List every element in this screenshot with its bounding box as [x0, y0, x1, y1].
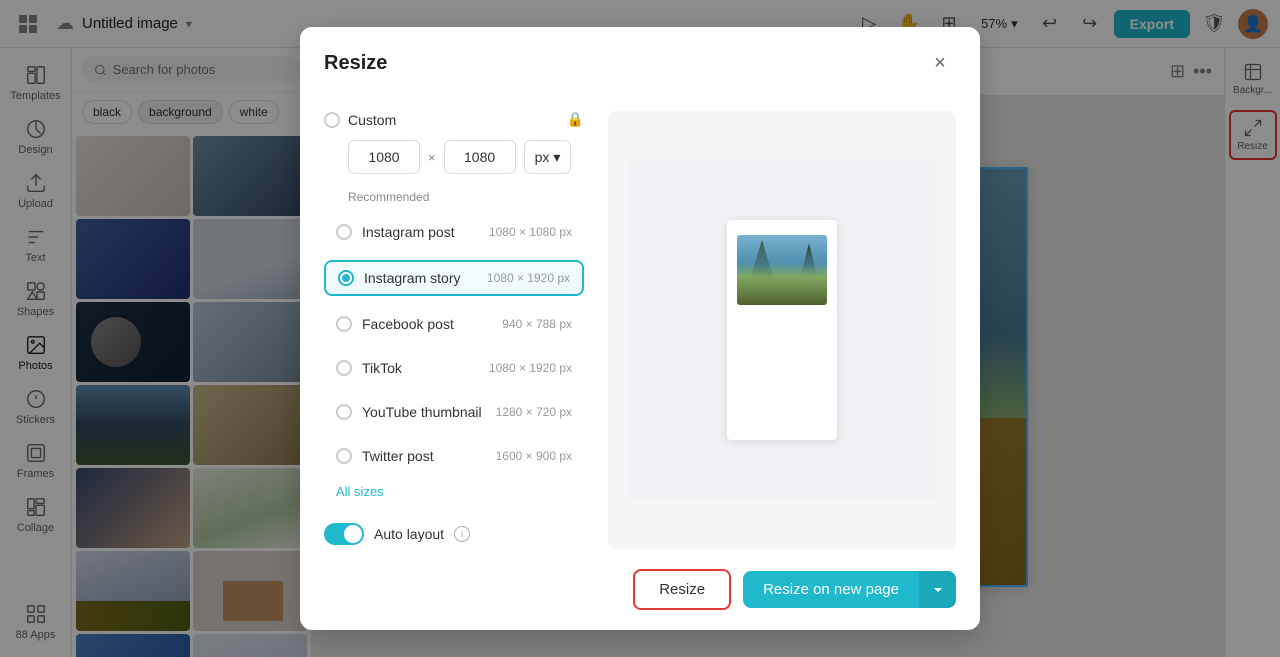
resize-button[interactable]: Resize — [633, 569, 731, 610]
modal-backdrop: Resize × Custom 🔒 × px — [0, 0, 1280, 657]
lock-icon[interactable]: 🔒 — [567, 111, 584, 128]
height-input[interactable] — [444, 140, 516, 174]
chevron-down-icon — [932, 584, 944, 596]
custom-radio[interactable] — [324, 112, 340, 128]
option-facebook-post[interactable]: Facebook post 940 × 788 px — [324, 308, 584, 340]
modal-title: Resize — [324, 52, 387, 75]
unit-select[interactable]: px ▾ — [524, 140, 572, 174]
option-youtube-thumbnail[interactable]: YouTube thumbnail 1280 × 720 px — [324, 396, 584, 428]
dimensions-row: × px ▾ — [348, 140, 584, 174]
option-twitter-post[interactable]: Twitter post 1600 × 900 px — [324, 440, 584, 472]
option-name: Twitter post — [362, 448, 486, 464]
option-dims: 1080 × 1920 px — [487, 271, 570, 285]
recommended-label: Recommended — [348, 190, 584, 204]
custom-option-row: Custom 🔒 — [324, 111, 584, 128]
option-dims: 1080 × 1080 px — [489, 225, 572, 239]
auto-layout-label: Auto layout — [374, 526, 444, 542]
auto-layout-info-icon[interactable]: i — [454, 526, 470, 542]
option-dims: 1280 × 720 px — [496, 405, 572, 419]
option-name: Instagram story — [364, 270, 477, 286]
modal-close-button[interactable]: × — [924, 47, 956, 79]
option-instagram-story[interactable]: Instagram story 1080 × 1920 px — [324, 260, 584, 296]
resize-modal: Resize × Custom 🔒 × px — [300, 27, 980, 630]
preview-container — [608, 111, 956, 549]
facebook-post-radio — [336, 316, 352, 332]
modal-header: Resize × — [300, 27, 980, 95]
option-dims: 1600 × 900 px — [496, 449, 572, 463]
resize-new-page-chevron-button[interactable] — [919, 571, 956, 608]
width-input[interactable] — [348, 140, 420, 174]
tiktok-radio — [336, 360, 352, 376]
option-name: Facebook post — [362, 316, 492, 332]
option-name: YouTube thumbnail — [362, 404, 486, 420]
unit-chevron: ▾ — [553, 149, 560, 166]
resize-on-new-page-group: Resize on new page — [743, 571, 956, 608]
option-name: Instagram post — [362, 224, 479, 240]
custom-label: Custom — [348, 112, 559, 128]
instagram-post-radio — [336, 224, 352, 240]
dimension-separator: × — [428, 150, 436, 165]
auto-layout-toggle[interactable] — [324, 523, 364, 545]
toggle-knob — [344, 525, 362, 543]
option-tiktok[interactable]: TikTok 1080 × 1920 px — [324, 352, 584, 384]
option-dims: 1080 × 1920 px — [489, 361, 572, 375]
instagram-story-radio — [338, 270, 354, 286]
resize-on-new-page-button[interactable]: Resize on new page — [743, 571, 919, 608]
modal-body: Custom 🔒 × px ▾ Recommended — [300, 95, 980, 569]
unit-value: px — [535, 149, 550, 165]
option-dims: 940 × 788 px — [502, 317, 572, 331]
modal-preview-panel — [608, 111, 956, 549]
all-sizes-link[interactable]: All sizes — [336, 484, 584, 499]
option-name: TikTok — [362, 360, 479, 376]
auto-layout-row: Auto layout i — [324, 511, 584, 549]
modal-footer: Resize Resize on new page — [300, 569, 980, 630]
twitter-radio — [336, 448, 352, 464]
youtube-radio — [336, 404, 352, 420]
option-instagram-post[interactable]: Instagram post 1080 × 1080 px — [324, 216, 584, 248]
modal-left-panel: Custom 🔒 × px ▾ Recommended — [324, 111, 584, 549]
